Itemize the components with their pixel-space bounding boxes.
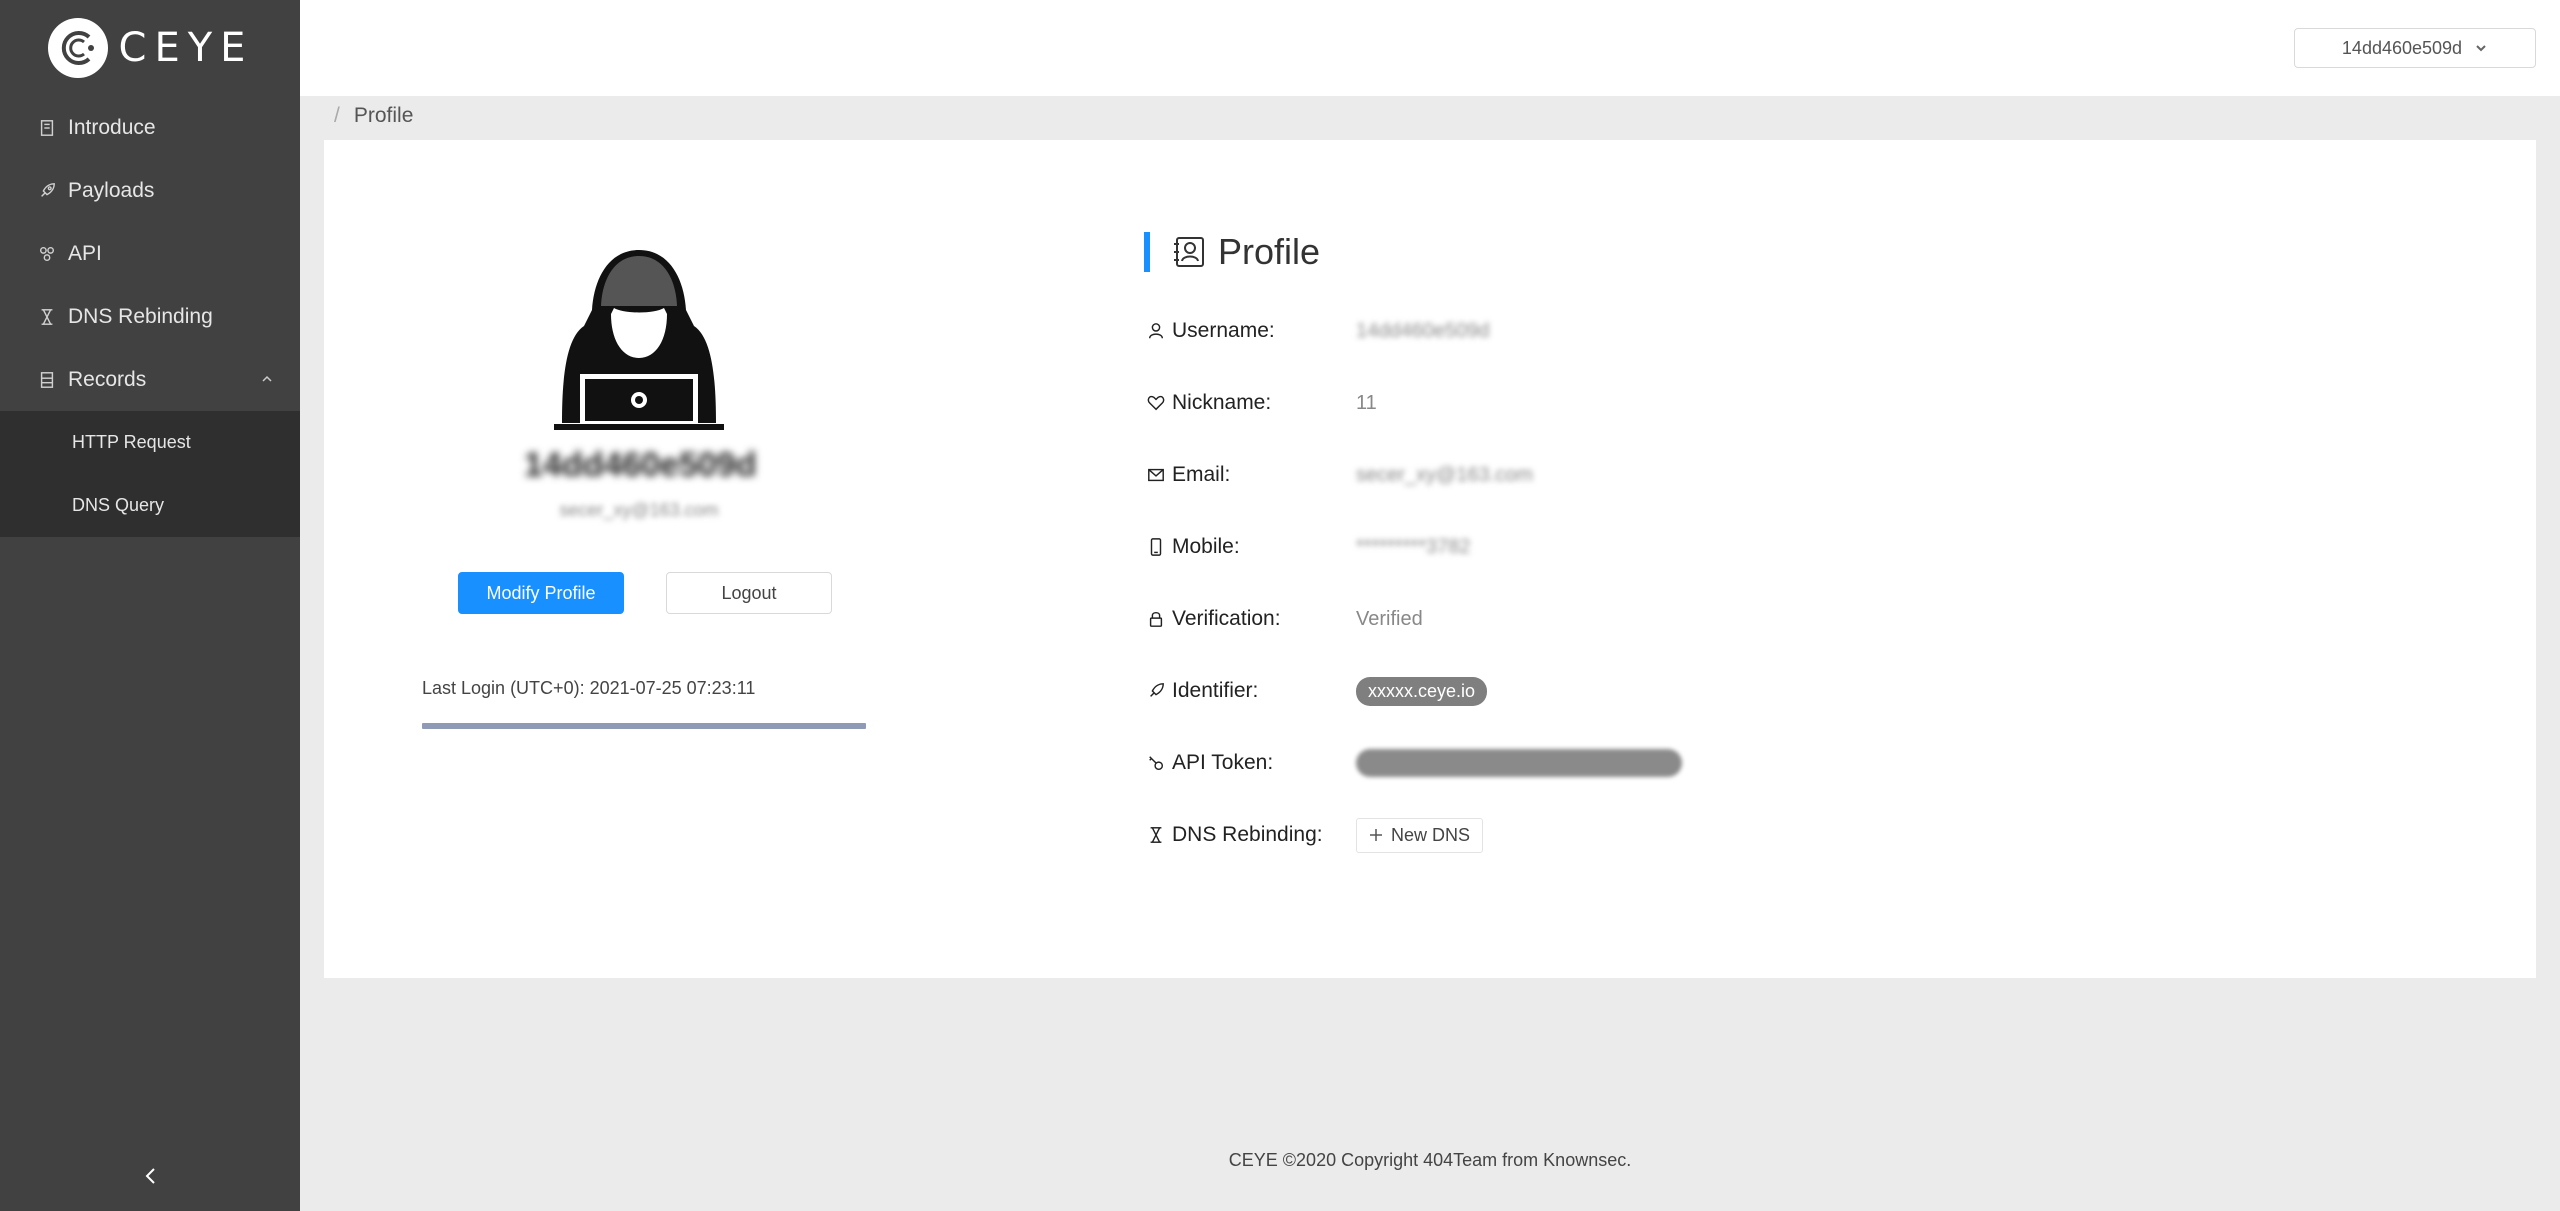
nickname-label: Nickname: — [1172, 391, 1272, 414]
sidebar-item-label: DNS Rebinding — [68, 304, 213, 328]
last-login-text: Last Login (UTC+0): 2021-07-25 07:23:11 — [422, 678, 756, 698]
profile-section-heading: Profile — [1144, 231, 1321, 272]
sidebar-item-label: API — [68, 241, 102, 265]
sidebar-subitem-dns-query[interactable]: DNS Query — [0, 474, 300, 537]
breadcrumb-current: Profile — [353, 104, 414, 127]
heart-icon — [1146, 393, 1166, 413]
sidebar-item-label: Payloads — [68, 178, 155, 202]
rocket-icon — [1146, 681, 1166, 701]
api-token-value — [1356, 749, 1682, 777]
contact-card-icon — [1174, 237, 1204, 267]
logout-button[interactable]: Logout — [666, 572, 832, 614]
sidebar: CEYE Introduce Payloads API DNS Rebindin… — [0, 0, 300, 1211]
account-label: 14dd460e509d — [2341, 37, 2463, 58]
key-icon — [1146, 753, 1166, 773]
mobile-label: Mobile: — [1172, 535, 1240, 558]
chevron-up-icon — [262, 375, 272, 382]
profile-email: secer_xy@163.com — [559, 500, 719, 520]
api-token-row: API Token: — [1146, 745, 1682, 781]
sidebar-item-records[interactable]: Records — [0, 348, 300, 411]
identifier-value: xxxxx.ceye.io — [1356, 676, 1488, 706]
sidebar-item-dns-rebinding[interactable]: DNS Rebinding — [0, 285, 300, 348]
logo-text: CEYE — [118, 25, 254, 71]
top-header: 14dd460e509d — [300, 0, 2560, 96]
heading-accent-bar — [1144, 232, 1150, 272]
identifier-row: Identifier: xxxxx.ceye.io — [1146, 673, 1488, 709]
hourglass-icon — [36, 306, 58, 328]
breadcrumb: / Profile — [334, 104, 413, 128]
email-row: Email: secer_xy@163.com — [1146, 457, 1533, 493]
identifier-label: Identifier: — [1172, 679, 1259, 702]
modify-profile-button[interactable]: Modify Profile — [458, 572, 624, 614]
new-dns-button[interactable]: New DNS — [1356, 817, 1484, 853]
records-icon — [36, 369, 58, 391]
dns-rebinding-row: DNS Rebinding: New DNS — [1146, 817, 1484, 853]
chevron-down-icon — [2476, 45, 2486, 52]
verification-row: Verification: Verified — [1146, 601, 1423, 637]
username-label: Username: — [1172, 319, 1275, 342]
account-dropdown[interactable]: 14dd460e509d — [2294, 28, 2536, 68]
api-token-label: API Token: — [1172, 751, 1274, 774]
lock-icon — [1146, 609, 1166, 629]
login-progress-bar — [422, 723, 866, 729]
mobile-row: Mobile: *********3782 — [1146, 529, 1471, 565]
ceye-logo-icon — [47, 18, 108, 78]
username-row: Username: 14dd460e509d — [1146, 313, 1489, 349]
sidebar-item-payloads[interactable]: Payloads — [0, 159, 300, 222]
api-icon — [36, 243, 58, 265]
chevron-left-icon[interactable] — [140, 1165, 162, 1187]
footer: CEYE ©2020 Copyright 404Team from Knowns… — [1228, 1150, 1632, 1170]
mail-icon — [1146, 465, 1166, 485]
profile-title: Profile — [1218, 231, 1321, 272]
sidebar-item-label: Records — [68, 367, 147, 391]
hacker-avatar-icon — [554, 250, 724, 430]
rocket-icon — [36, 180, 58, 202]
sidebar-subitem-http-request[interactable]: HTTP Request — [0, 411, 300, 474]
sidebar-item-introduce[interactable]: Introduce — [0, 96, 300, 159]
mobile-value: *********3782 — [1356, 535, 1471, 558]
records-submenu: HTTP Request DNS Query — [0, 411, 300, 537]
sidebar-item-api[interactable]: API — [0, 222, 300, 285]
hourglass-icon — [1146, 825, 1166, 845]
verification-label: Verification: — [1172, 607, 1281, 630]
email-value: secer_xy@163.com — [1356, 463, 1534, 486]
new-dns-label: New DNS — [1391, 824, 1471, 845]
book-icon — [36, 117, 58, 139]
profile-card: 14dd460e509d secer_xy@163.com Modify Pro… — [324, 140, 2536, 978]
sidebar-item-label: Introduce — [68, 115, 156, 139]
verification-value: Verified — [1356, 607, 1423, 630]
logo[interactable]: CEYE — [0, 0, 300, 96]
plus-icon — [1370, 829, 1382, 841]
username-value: 14dd460e509d — [1356, 319, 1490, 342]
breadcrumb-separator: / — [334, 104, 340, 127]
nickname-value: 11 — [1356, 391, 1377, 414]
dns-rebinding-label: DNS Rebinding: — [1172, 823, 1323, 846]
mobile-icon — [1146, 537, 1166, 557]
nickname-row: Nickname: 11 — [1146, 385, 1377, 421]
profile-name: 14dd460e509d — [524, 446, 757, 484]
user-icon — [1146, 321, 1166, 341]
email-label: Email: — [1172, 463, 1231, 486]
